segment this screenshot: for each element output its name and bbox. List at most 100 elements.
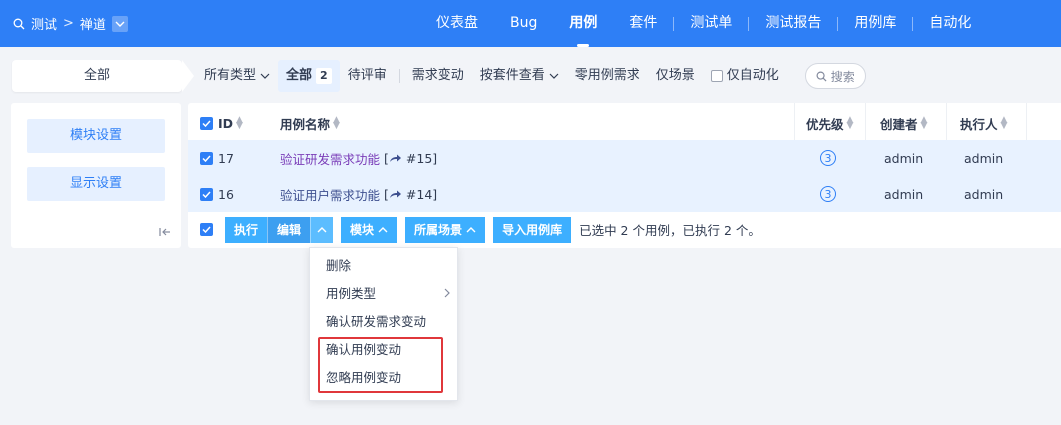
nav-testreport[interactable]: 测试报告 xyxy=(749,0,837,47)
module-breadcrumb[interactable]: 全部 xyxy=(12,60,194,92)
search-button[interactable]: 搜索 xyxy=(804,63,866,89)
table-row[interactable]: 16 验证用户需求功能 [ #14] 3 admin admin xyxy=(188,176,1061,212)
breadcrumb-separator: > xyxy=(63,16,74,31)
column-header-creator[interactable]: 创建者 ▲ ▼ xyxy=(880,105,927,141)
module-label: 模块 xyxy=(350,222,375,237)
story-ref: #14] xyxy=(405,186,438,202)
auto-only-checkbox[interactable]: 仅自动化 xyxy=(703,60,787,92)
menu-item-delete[interactable]: 删除 xyxy=(326,252,351,280)
story-ref-link[interactable]: [ #14] xyxy=(384,187,437,202)
batch-scene-dropdown[interactable]: 所属场景 xyxy=(405,216,486,243)
chevron-up-icon xyxy=(378,226,388,232)
table-header: ID ▲ ▼ 用例名称 ▲ ▼ 优先级 ▲ ▼ 创建者 ▲ ▼ 执行人 ▲ ▼ xyxy=(188,105,1061,141)
scene-label: 所属场景 xyxy=(414,222,463,237)
chevron-up-icon xyxy=(466,226,476,232)
column-label: ID xyxy=(218,115,234,131)
collapse-sidebar-button[interactable] xyxy=(159,226,171,240)
row-title-cell: 验证用户需求功能 [ #14] xyxy=(280,176,437,212)
checkbox-checked-icon xyxy=(200,187,213,201)
nav-bug[interactable]: Bug xyxy=(494,0,553,47)
row-checkbox[interactable] xyxy=(200,176,213,212)
by-suite-label: 按套件查看 xyxy=(479,68,545,83)
batch-module-dropdown[interactable]: 模块 xyxy=(341,216,398,243)
column-label: 用例名称 xyxy=(280,116,331,132)
import-to-lib-button[interactable]: 导入用例库 xyxy=(493,216,572,243)
menu-item-case-type[interactable]: 用例类型 xyxy=(326,280,450,308)
checkbox-checked-icon xyxy=(200,116,213,130)
share-arrow-icon xyxy=(389,154,401,162)
row-checkbox[interactable] xyxy=(200,140,213,176)
nav-caselib[interactable]: 用例库 xyxy=(838,0,912,47)
executor-cell: admin xyxy=(964,150,1004,166)
search-label: 搜索 xyxy=(830,69,855,84)
batch-edit-button[interactable]: 编辑 xyxy=(267,216,311,243)
filter-tab-need-change[interactable]: 需求变动 xyxy=(404,60,472,92)
collapse-left-icon xyxy=(159,228,170,236)
column-header-priority[interactable]: 优先级 ▲ ▼ xyxy=(806,105,853,141)
sort-icon: ▲ ▼ xyxy=(1000,115,1008,131)
nav-dashboard[interactable]: 仪表盘 xyxy=(420,0,494,47)
column-header-id[interactable]: ID ▲ ▼ xyxy=(218,105,243,141)
batch-action-bar: 执行 编辑 模块 所属场景 导入用例库 已选中 2 个用例，已执行 2 个。 xyxy=(188,211,1061,248)
filter-tab-all[interactable]: 全部 2 xyxy=(278,60,340,92)
checkbox-checked-icon xyxy=(200,223,213,236)
priority-cell: 3 xyxy=(820,140,836,176)
filter-items: 所有类型 全部 2 待评审 需求变动 按套件查看 零用例需求 仅场景 仅自动化 … xyxy=(196,60,866,92)
row-title-cell: 验证研发需求功能 [ #15] xyxy=(280,140,437,176)
nav-testtask[interactable]: 测试单 xyxy=(674,0,748,47)
all-types-dropdown[interactable]: 所有类型 xyxy=(196,60,278,92)
module-settings-button[interactable]: 模块设置 xyxy=(27,119,165,153)
breadcrumb: 测试 > 禅道 xyxy=(13,14,128,33)
checkbox-checked-icon xyxy=(200,151,213,165)
story-ref-link[interactable]: [ #15] xyxy=(384,151,437,166)
sort-icon: ▲ ▼ xyxy=(920,115,928,131)
row-id: 17 xyxy=(218,150,234,166)
chevron-down-icon xyxy=(260,73,270,79)
nav-testcase[interactable]: 用例 xyxy=(553,0,613,47)
select-all-checkbox[interactable] xyxy=(200,105,213,141)
creator-cell: admin xyxy=(884,186,924,202)
more-actions-toggle[interactable] xyxy=(310,216,334,243)
column-header-executor[interactable]: 执行人 ▲ ▼ xyxy=(960,105,1007,141)
sort-icon: ▲ ▼ xyxy=(236,115,243,131)
share-arrow-icon xyxy=(389,190,401,198)
product-name[interactable]: 测试 xyxy=(31,14,57,33)
batch-run-button[interactable]: 执行 xyxy=(225,216,268,243)
chevron-down-icon xyxy=(549,73,559,79)
filter-bar: 全部 所有类型 全部 2 待评审 需求变动 按套件查看 零用例需求 仅场景 仅自… xyxy=(0,47,1061,103)
nav-suite[interactable]: 套件 xyxy=(613,0,673,47)
nav-automation[interactable]: 自动化 xyxy=(913,0,987,47)
testcase-table: ID ▲ ▼ 用例名称 ▲ ▼ 优先级 ▲ ▼ 创建者 ▲ ▼ 执行人 ▲ ▼ 17 验证… xyxy=(188,103,1061,248)
column-label: 创建者 xyxy=(880,116,918,132)
story-ref: #15] xyxy=(405,150,438,166)
display-settings-button[interactable]: 显示设置 xyxy=(27,167,165,201)
executor-cell: admin xyxy=(964,186,1004,202)
search-icon xyxy=(816,71,827,82)
filter-tab-all-label: 全部 xyxy=(286,68,313,83)
priority-badge: 3 xyxy=(820,186,836,202)
filter-by-suite-dropdown[interactable]: 按套件查看 xyxy=(472,60,567,92)
case-title-link[interactable]: 验证研发需求功能 xyxy=(280,149,380,168)
menu-item-label: 用例类型 xyxy=(326,286,377,301)
row-id: 16 xyxy=(218,186,234,202)
menu-item-confirm-story-change[interactable]: 确认研发需求变动 xyxy=(326,308,426,336)
main-nav: 仪表盘 Bug 用例 套件 测试单 测试报告 用例库 自动化 xyxy=(420,0,987,47)
selection-summary: 已选中 2 个用例，已执行 2 个。 xyxy=(579,223,761,238)
sort-icon: ▲ ▼ xyxy=(333,115,340,131)
filter-tab-scene-only[interactable]: 仅场景 xyxy=(648,60,703,92)
column-label: 优先级 xyxy=(806,116,844,132)
priority-cell: 3 xyxy=(820,176,836,212)
checkbox-icon xyxy=(710,70,723,82)
project-name[interactable]: 禅道 xyxy=(80,14,106,33)
case-title-link[interactable]: 验证用户需求功能 xyxy=(280,185,380,204)
chevron-down-icon xyxy=(115,21,125,27)
filter-divider xyxy=(398,69,400,83)
search-icon[interactable] xyxy=(13,18,25,30)
project-switch-button[interactable] xyxy=(111,15,128,32)
select-all-footer-checkbox[interactable] xyxy=(200,222,213,237)
filter-tab-pending-review[interactable]: 待评审 xyxy=(340,60,395,92)
filter-tab-zero-case-need[interactable]: 零用例需求 xyxy=(567,60,648,92)
column-header-title[interactable]: 用例名称 ▲ ▼ xyxy=(280,105,340,141)
highlight-box xyxy=(318,337,443,393)
table-row[interactable]: 17 验证研发需求功能 [ #15] 3 admin admin xyxy=(188,140,1061,176)
